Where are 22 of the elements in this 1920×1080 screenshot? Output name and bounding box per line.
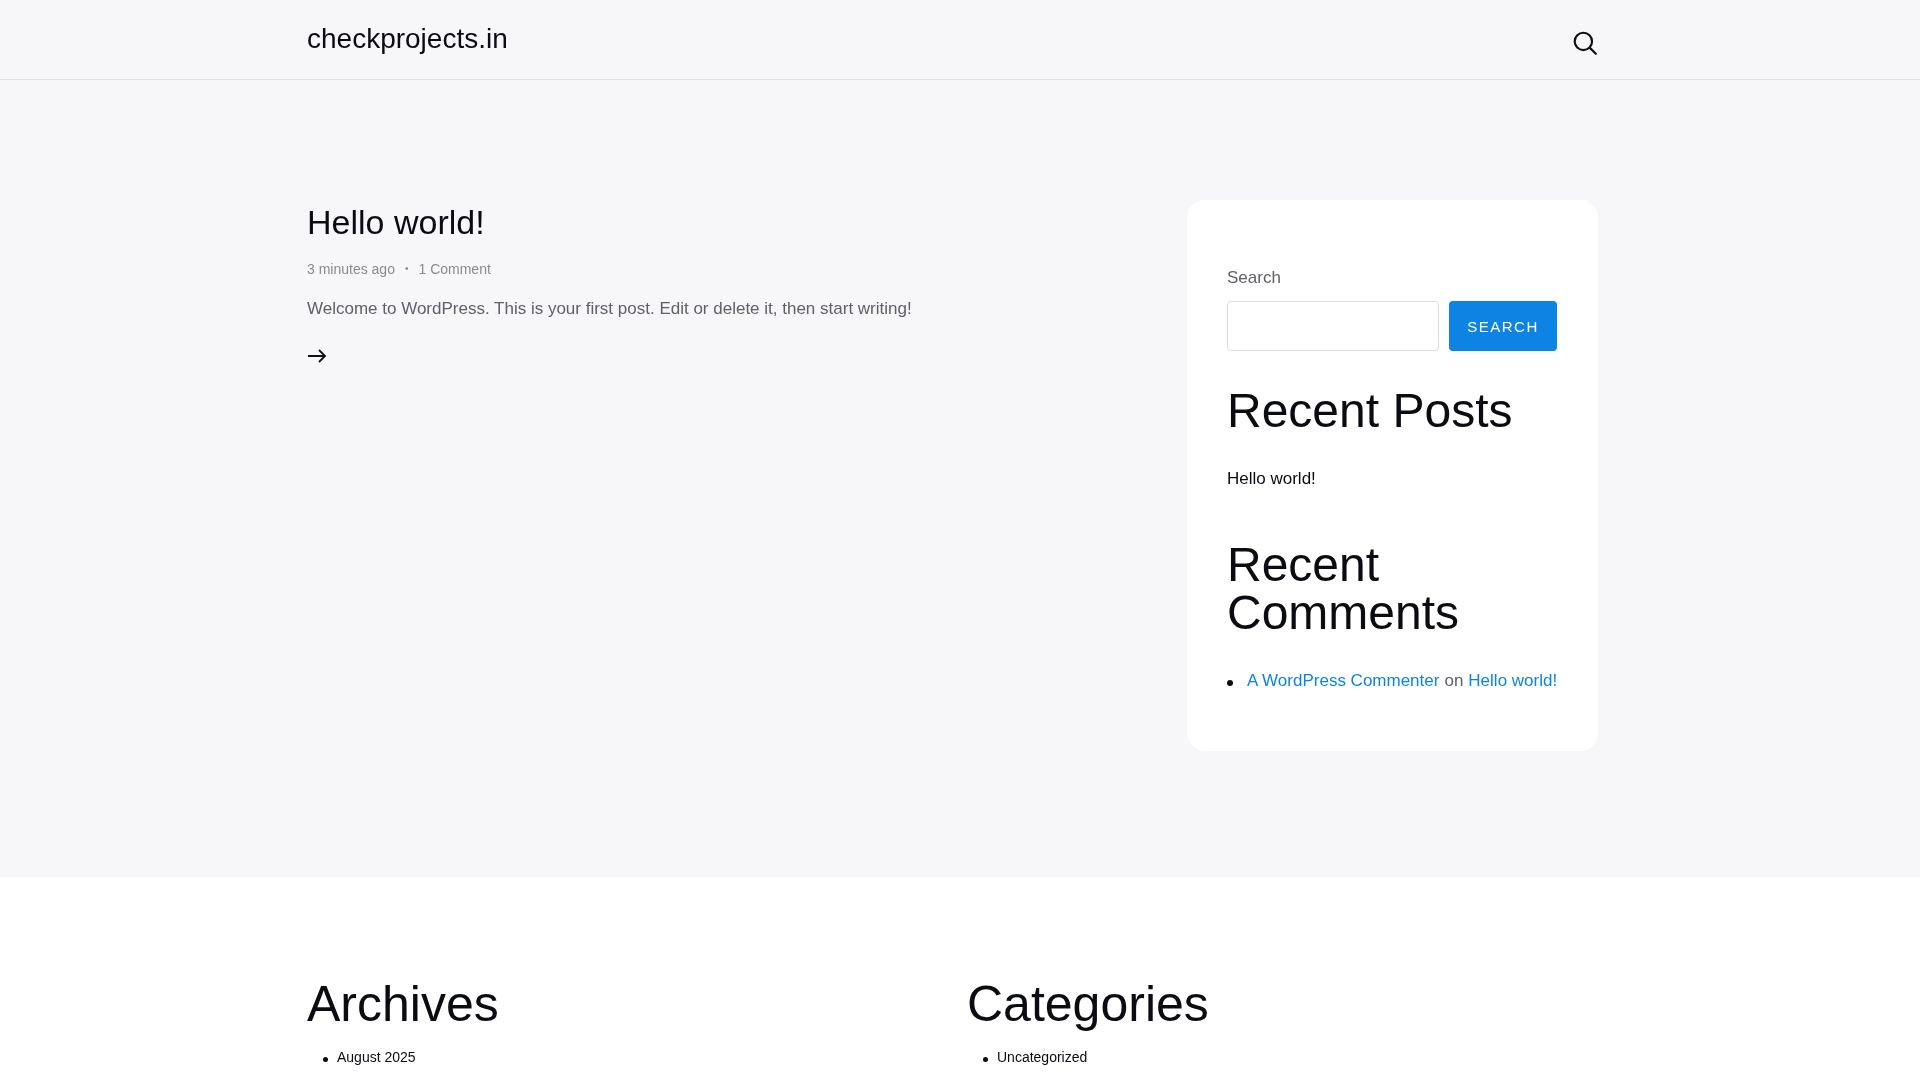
post-title[interactable]: Hello world! xyxy=(307,202,912,243)
widget-title: Recent Comments xyxy=(1227,541,1461,637)
post-excerpt: Welcome to WordPress. This is your first post. Edit or delete it, then start writing! xyxy=(307,298,912,319)
bullet-icon xyxy=(983,1056,988,1062)
footer-link[interactable]: Uncategorized xyxy=(997,1049,1088,1065)
search-label: Search xyxy=(1227,268,1282,288)
recent-post-link[interactable]: Hello world! xyxy=(1227,469,1558,489)
footer-link[interactable]: August 2025 xyxy=(337,1049,416,1065)
arrow-right-icon[interactable] xyxy=(307,348,327,363)
comment-author-link[interactable]: A WordPress Commenter xyxy=(1247,671,1440,691)
meta-separator: • xyxy=(404,263,409,275)
search-field[interactable] xyxy=(1227,301,1439,351)
footer-widget-title: Categories xyxy=(967,979,1210,1029)
search-icon[interactable] xyxy=(1572,29,1598,56)
bullet-icon xyxy=(323,1056,328,1062)
bullet-icon xyxy=(1227,680,1233,686)
site-title[interactable]: checkprojects.in xyxy=(307,22,508,55)
comment-post-link[interactable]: Hello world! xyxy=(1468,671,1558,691)
widget-title: Recent Posts xyxy=(1227,387,1514,435)
footer-widget-title: Archives xyxy=(307,979,500,1029)
comment-connector: on xyxy=(1444,671,1464,691)
search-button[interactable]: SEARCH xyxy=(1449,301,1557,351)
